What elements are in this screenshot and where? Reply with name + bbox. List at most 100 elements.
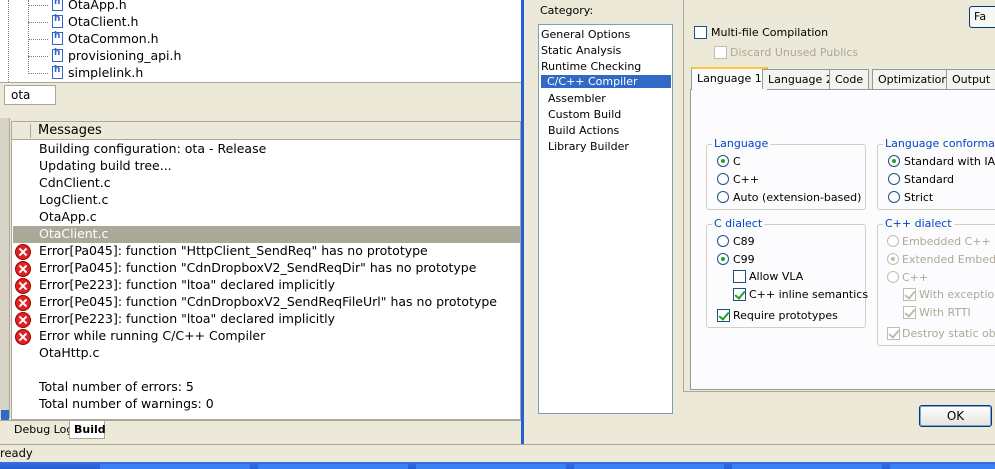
header-file-icon — [52, 0, 63, 11]
error-message-row[interactable]: Error[Pe223]: function "ltoa" declared i… — [13, 277, 520, 294]
error-icon — [15, 312, 31, 328]
category-static-analysis[interactable]: Static Analysis — [541, 44, 621, 57]
factory-settings-button[interactable]: Fa — [969, 6, 995, 28]
destroy-static-objects-label: Destroy static objec — [902, 327, 995, 340]
error-icon — [15, 244, 31, 260]
cpp-label: C++ — [902, 271, 929, 284]
category-general-options[interactable]: General Options — [541, 28, 630, 41]
error-message-row[interactable]: Error[Pa045]: function "CdnDropboxV2_Sen… — [13, 260, 520, 277]
tree-file-item[interactable]: OtaApp.h — [0, 0, 521, 14]
header-file-icon — [52, 14, 63, 28]
header-file-icon — [52, 31, 63, 45]
message-row[interactable]: Total number of warnings: 0 — [13, 396, 520, 413]
error-message-row[interactable]: Error[Pe045]: function "CdnDropboxV2_Sen… — [13, 294, 520, 311]
tree-file-label: simplelink.h — [68, 65, 144, 80]
discard-unused-publics-checkbox[interactable] — [714, 46, 727, 59]
message-row[interactable]: CdnClient.c — [13, 175, 520, 192]
tab-build[interactable]: Build — [69, 421, 106, 439]
language-c-radio[interactable] — [717, 155, 729, 167]
c-dialect-group-title: C dialect — [712, 217, 765, 230]
status-bar — [0, 444, 995, 462]
tab-code[interactable]: Code — [829, 69, 870, 89]
c89-radio[interactable] — [717, 235, 729, 247]
message-row[interactable]: Total number of errors: 5 — [13, 379, 520, 396]
taskbar-button[interactable] — [100, 464, 250, 469]
taskbar-button[interactable] — [574, 464, 724, 469]
messages-header-label: Messages — [38, 123, 102, 138]
language-cpp-radio[interactable] — [717, 173, 729, 185]
extended-embedded-cpp-radio[interactable] — [887, 253, 899, 265]
tree-file-item[interactable]: simplelink.h — [0, 65, 521, 82]
message-text: Error[Pa045]: function "HttpClient_SendR… — [39, 243, 428, 258]
tree-file-label: OtaClient.h — [68, 14, 139, 29]
with-rtti-checkbox[interactable] — [903, 306, 916, 319]
message-row[interactable]: LogClient.c — [13, 192, 520, 209]
c99-radio[interactable] — [717, 253, 729, 265]
conformance-group-title: Language conformance — [883, 137, 995, 150]
language-auto-label: Auto (extension-based) — [733, 191, 862, 204]
message-row[interactable]: Building configuration: ota - Release — [13, 141, 520, 158]
message-row[interactable]: OtaHttp.c — [13, 345, 520, 362]
category-label: Category: — [540, 4, 594, 17]
category-assembler[interactable]: Assembler — [548, 92, 606, 105]
tree-file-item[interactable]: OtaClient.h — [0, 14, 521, 31]
embedded-cpp-radio[interactable] — [887, 235, 899, 247]
message-text: LogClient.c — [39, 192, 109, 207]
tab-language-1[interactable]: Language 1 — [691, 67, 768, 90]
message-text: OtaApp.c — [39, 209, 97, 224]
taskbar-button[interactable] — [890, 464, 995, 469]
category-runtime-checking[interactable]: Runtime Checking — [541, 60, 641, 73]
error-message-row[interactable]: Error[Pa045]: function "HttpClient_SendR… — [13, 243, 520, 260]
tree-file-item[interactable]: provisioning_api.h — [0, 48, 521, 65]
tab-debug-log[interactable]: Debug Log — [10, 421, 77, 439]
allow-vla-label: Allow VLA — [749, 270, 804, 283]
message-row[interactable]: OtaApp.c — [13, 209, 520, 226]
language-group-title: Language — [712, 137, 771, 150]
language-cpp-label: C++ — [733, 173, 760, 186]
error-message-row[interactable]: Error[Pe223]: function "ltoa" declared i… — [13, 311, 520, 328]
error-message-row[interactable]: Error while running C/C++ Compiler — [13, 328, 520, 345]
language-c-label: C — [733, 155, 741, 168]
require-prototypes-label: Require prototypes — [733, 309, 838, 322]
message-row[interactable]: Updating build tree... — [13, 158, 520, 175]
with-exceptions-checkbox[interactable] — [903, 288, 916, 301]
with-rtti-label: With RTTI — [919, 306, 971, 319]
category-library-builder[interactable]: Library Builder — [548, 140, 629, 153]
project-tree: OtaApp.h OtaClient.h OtaCommon.h provisi… — [0, 0, 521, 82]
message-row[interactable] — [13, 362, 520, 379]
tab-language-2[interactable]: Language 2 — [762, 69, 839, 89]
header-file-icon — [52, 65, 63, 79]
tab-ota-project[interactable]: ota — [4, 85, 56, 105]
message-row[interactable]: OtaClient.c — [13, 226, 520, 243]
with-exceptions-label: With exceptions — [919, 288, 995, 301]
category-custom-build[interactable]: Custom Build — [548, 108, 621, 121]
workspace-tab-strip — [0, 82, 521, 118]
taskbar-button[interactable] — [732, 464, 882, 469]
language-auto-radio[interactable] — [717, 191, 729, 203]
status-text: ready — [0, 446, 33, 460]
conformance-standard-radio[interactable] — [888, 173, 900, 185]
cpp-radio[interactable] — [887, 271, 899, 283]
conformance-strict-radio[interactable] — [888, 191, 900, 203]
conformance-iar-label: Standard with IAR e — [904, 155, 995, 168]
destroy-static-objects-checkbox[interactable] — [887, 327, 900, 340]
ok-button[interactable]: OK — [919, 405, 992, 427]
c99-label: C99 — [733, 253, 755, 266]
taskbar-button[interactable] — [258, 464, 408, 469]
conformance-iar-radio[interactable] — [888, 155, 900, 167]
cpp-inline-semantics-checkbox[interactable] — [733, 288, 746, 301]
allow-vla-checkbox[interactable] — [733, 270, 746, 283]
tree-file-label: OtaCommon.h — [68, 31, 159, 46]
multifile-compilation-checkbox[interactable] — [694, 26, 707, 39]
category-build-actions[interactable]: Build Actions — [548, 124, 619, 137]
c89-label: C89 — [733, 235, 755, 248]
tree-file-item[interactable]: OtaCommon.h — [0, 31, 521, 48]
category-c-cpp-compiler[interactable]: C/C++ Compiler — [541, 75, 671, 88]
error-icon — [15, 295, 31, 311]
tab-output[interactable]: Output — [946, 69, 995, 89]
conformance-strict-label: Strict — [904, 191, 934, 204]
require-prototypes-checkbox[interactable] — [717, 309, 730, 322]
discard-unused-publics-label: Discard Unused Publics — [730, 46, 859, 59]
column-separator[interactable] — [30, 124, 31, 138]
taskbar-button[interactable] — [416, 464, 566, 469]
